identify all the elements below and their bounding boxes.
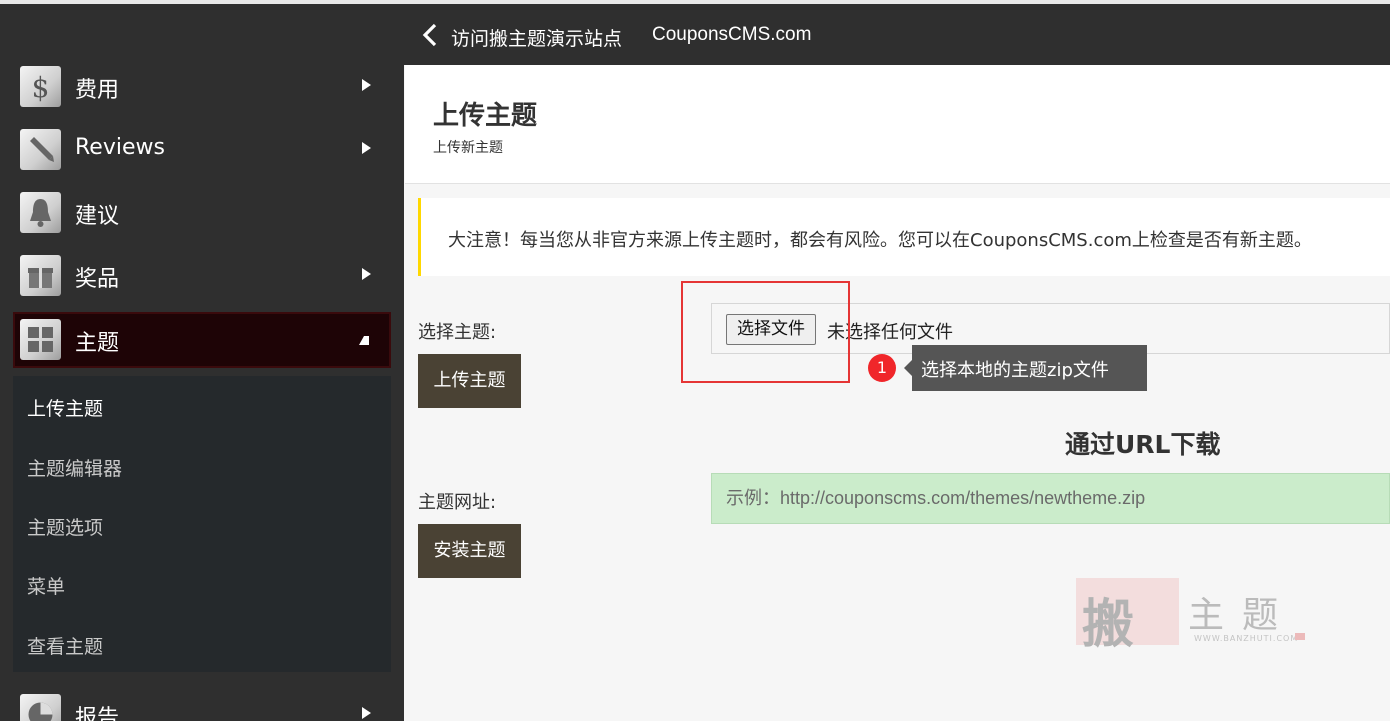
page-header: 上传主题 上传新主题: [405, 65, 1390, 184]
submenu-item-view-themes[interactable]: 查看主题: [27, 632, 103, 659]
submenu-item-menus[interactable]: 菜单: [27, 572, 65, 599]
sidebar-item-reports[interactable]: 报告: [13, 687, 391, 721]
sidebar-item-label: 报告: [75, 706, 120, 721]
sidebar-item-label: Reviews: [75, 135, 165, 160]
watermark-seal: 搬: [1076, 578, 1179, 655]
sidebar-item-label: 建议: [75, 204, 120, 229]
watermark-dot: [1295, 633, 1305, 640]
sidebar: $ 费用 Reviews 建议 奖品 主题 上传主题 主题编辑器 主题选项 菜单: [0, 65, 404, 721]
warning-notice: 大注意！每当您从非官方来源上传主题时，都会有风险。您可以在CouponsCMS.…: [418, 198, 1390, 276]
bell-icon: [20, 192, 61, 233]
chevron-right-icon: [362, 707, 371, 719]
sidebar-item-suggestions[interactable]: 建议: [13, 185, 391, 241]
chevron-down-icon: [359, 336, 369, 345]
chevron-right-icon: [362, 142, 371, 154]
dollar-icon: $: [20, 66, 61, 107]
grid-icon: [20, 319, 61, 360]
highlight-box: [681, 281, 850, 383]
top-bar: 访问搬主题演示站点 CouponsCMS.com: [0, 0, 1390, 65]
visit-demo-site-link[interactable]: 访问搬主题演示站点: [451, 24, 622, 51]
theme-url-input[interactable]: [711, 473, 1390, 524]
chevron-right-icon: [362, 268, 371, 280]
pencil-icon: [20, 129, 61, 170]
upload-theme-button[interactable]: 上传主题: [418, 354, 521, 408]
site-brand[interactable]: CouponsCMS.com: [652, 24, 811, 46]
submenu-item-theme-options[interactable]: 主题选项: [27, 513, 103, 540]
notice-text: 大注意！每当您从非官方来源上传主题时，都会有风险。您可以在CouponsCMS.…: [448, 230, 1312, 251]
install-theme-button[interactable]: 安装主题: [418, 524, 521, 578]
url-section-heading: 通过URL下载: [1065, 430, 1221, 459]
sidebar-item-fees[interactable]: $ 费用: [13, 59, 391, 115]
watermark-logo: 搬 主题 WWW.BANZHUTI.COM: [1076, 578, 1316, 655]
pie-chart-icon: [20, 694, 61, 721]
watermark-url: WWW.BANZHUTI.COM: [1194, 634, 1299, 643]
sidebar-item-label: 费用: [75, 78, 120, 103]
page-title: 上传主题: [433, 101, 538, 131]
page-subtitle: 上传新主题: [433, 140, 503, 156]
sidebar-item-label: 奖品: [75, 267, 120, 292]
choose-theme-label: 选择主题:: [418, 322, 497, 343]
sidebar-item-reviews[interactable]: Reviews: [13, 122, 391, 178]
watermark-text: 主题: [1188, 595, 1297, 636]
step-badge: 1: [868, 354, 896, 382]
chevron-right-icon: [362, 79, 371, 91]
themes-submenu: 上传主题 主题编辑器 主题选项 菜单 查看主题: [13, 376, 391, 672]
gift-icon: [20, 255, 61, 296]
sidebar-item-label: 主题: [75, 331, 120, 356]
submenu-item-theme-editor[interactable]: 主题编辑器: [27, 454, 122, 481]
svg-text:$: $: [32, 71, 50, 104]
submenu-item-upload-theme[interactable]: 上传主题: [27, 394, 103, 421]
annotation-tooltip: 选择本地的主题zip文件: [904, 345, 1147, 391]
theme-url-label: 主题网址:: [418, 492, 497, 513]
sidebar-item-themes[interactable]: 主题: [13, 312, 391, 368]
chevron-left-icon[interactable]: [420, 22, 442, 48]
sidebar-item-prizes[interactable]: 奖品: [13, 248, 391, 304]
